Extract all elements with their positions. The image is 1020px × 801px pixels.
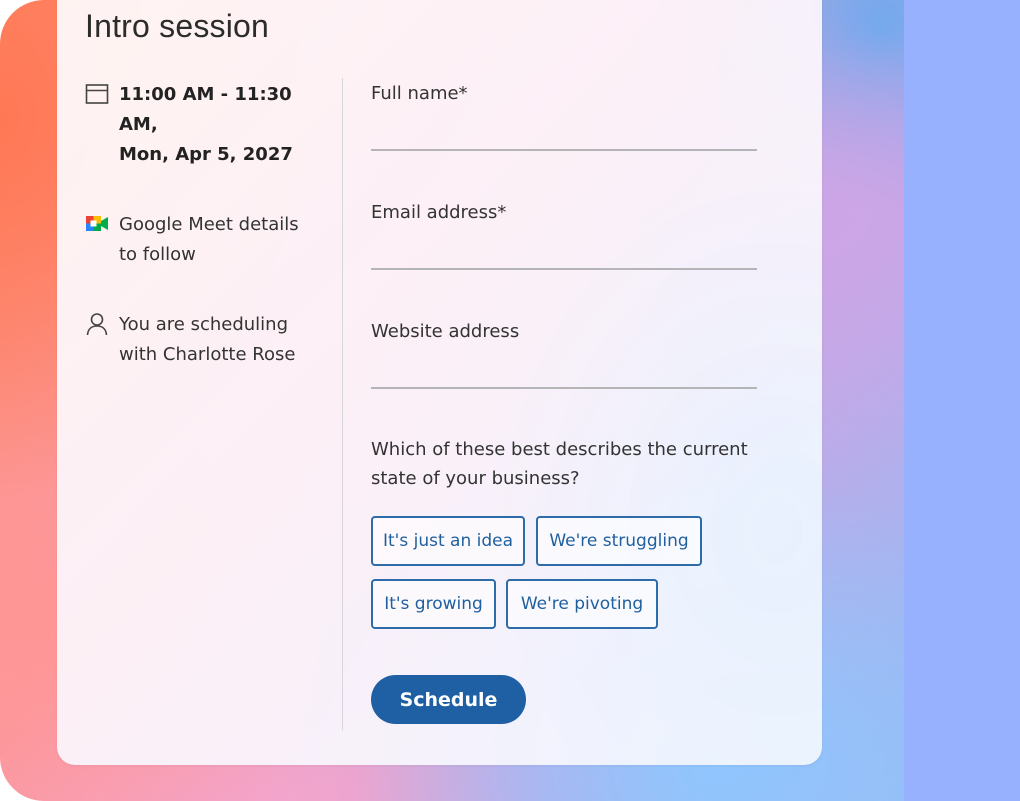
business-state-question: Which of these best describes the curren… (371, 435, 771, 493)
option-struggling[interactable]: We're struggling (536, 516, 702, 566)
website-field: Website address (371, 316, 757, 435)
schedule-button[interactable]: Schedule (371, 675, 526, 724)
event-time-range: 11:00 AM - 11:30 AM, (119, 84, 292, 135)
host-line2: with Charlotte Rose (119, 344, 296, 365)
event-host: You are scheduling with Charlotte Rose (85, 310, 330, 370)
page-title: Intro session (85, 8, 270, 44)
event-location: Google Meet details to follow (85, 210, 330, 270)
event-time: 11:00 AM - 11:30 AM, Mon, Apr 5, 2027 (85, 80, 330, 170)
google-meet-icon (85, 212, 109, 236)
email-underline (371, 268, 757, 270)
host-line1: You are scheduling (119, 314, 289, 335)
website-input[interactable] (371, 354, 757, 384)
option-growing[interactable]: It's growing (371, 579, 496, 629)
email-label: Email address* (371, 202, 507, 223)
event-details: 11:00 AM - 11:30 AM, Mon, Apr 5, 2027 Go… (85, 80, 330, 370)
column-divider (342, 78, 343, 730)
email-field: Email address* (371, 197, 757, 316)
full-name-label: Full name* (371, 83, 468, 104)
full-name-underline (371, 149, 757, 151)
full-name-field: Full name* (371, 78, 757, 197)
background-strip (904, 0, 1020, 801)
question-line1: Which of these best describes the curren… (371, 439, 748, 460)
email-input[interactable] (371, 235, 757, 265)
full-name-input[interactable] (371, 116, 757, 146)
event-date: Mon, Apr 5, 2027 (119, 144, 293, 165)
booking-form: Full name* Email address* Website addres… (371, 78, 757, 724)
website-label: Website address (371, 321, 520, 342)
meet-details-line2: to follow (119, 244, 196, 265)
option-pivoting[interactable]: We're pivoting (506, 579, 658, 629)
meet-details-line1: Google Meet details (119, 214, 299, 235)
website-underline (371, 387, 757, 389)
calendar-icon (85, 82, 109, 106)
question-line2: state of your business? (371, 468, 580, 489)
person-icon (85, 312, 109, 336)
option-just-an-idea[interactable]: It's just an idea (371, 516, 525, 566)
